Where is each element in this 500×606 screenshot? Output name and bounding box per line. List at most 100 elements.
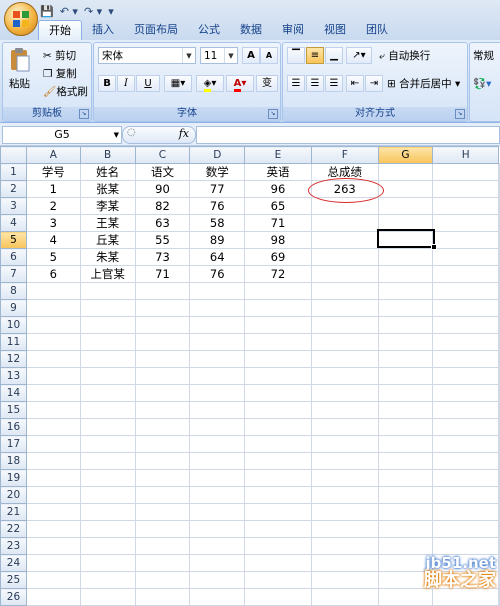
orientation-button[interactable]: ↗▾ <box>346 47 372 64</box>
cell[interactable] <box>244 384 312 402</box>
cell[interactable] <box>134 520 191 538</box>
cell[interactable] <box>310 265 379 283</box>
cell[interactable] <box>432 299 499 317</box>
cell[interactable] <box>498 537 500 555</box>
cell[interactable]: 77 <box>189 180 246 198</box>
cell[interactable] <box>377 265 434 283</box>
cell[interactable]: 英语 <box>244 163 312 181</box>
cell[interactable] <box>310 435 379 453</box>
cell[interactable] <box>244 571 312 589</box>
number-format-combo[interactable]: 常规 <box>473 47 494 65</box>
cell[interactable] <box>244 588 312 606</box>
cell[interactable] <box>432 503 499 521</box>
row-header[interactable]: 2 <box>0 180 27 198</box>
cell[interactable] <box>498 282 500 300</box>
cell[interactable]: 3 <box>25 214 81 232</box>
cell[interactable] <box>244 350 312 368</box>
cell[interactable] <box>310 571 379 589</box>
cell[interactable] <box>310 299 379 317</box>
format-painter-button[interactable]: 🖌格式刷 <box>43 83 88 101</box>
cell[interactable] <box>498 265 500 283</box>
cell[interactable]: 65 <box>244 197 312 215</box>
cell[interactable] <box>189 350 246 368</box>
cell[interactable] <box>432 418 499 436</box>
cell[interactable] <box>310 537 379 555</box>
cell[interactable] <box>432 367 499 385</box>
cell[interactable]: 98 <box>244 231 312 249</box>
cell[interactable] <box>377 537 434 555</box>
cell[interactable] <box>498 452 500 470</box>
cell[interactable] <box>310 350 379 368</box>
cell[interactable] <box>377 418 434 436</box>
italic-button[interactable]: I <box>117 75 135 92</box>
cell[interactable]: 96 <box>244 180 312 198</box>
border-button[interactable]: ▦▾ <box>164 75 192 92</box>
cell[interactable] <box>310 333 379 351</box>
cell[interactable]: 5 <box>25 248 81 266</box>
cell[interactable] <box>310 503 379 521</box>
cell[interactable] <box>134 537 191 555</box>
row-header[interactable]: 25 <box>0 571 27 589</box>
cell[interactable] <box>25 435 81 453</box>
cell[interactable]: 69 <box>244 248 312 266</box>
cell[interactable] <box>79 333 136 351</box>
cell[interactable] <box>25 469 81 487</box>
tab-home[interactable]: 开始 <box>38 20 82 41</box>
cell[interactable] <box>432 333 499 351</box>
row-header[interactable]: 12 <box>0 350 27 368</box>
cell[interactable] <box>377 248 434 266</box>
cell[interactable] <box>244 554 312 572</box>
cell[interactable] <box>244 282 312 300</box>
cell[interactable] <box>244 299 312 317</box>
cell[interactable] <box>134 401 191 419</box>
column-header[interactable]: C <box>134 146 191 164</box>
cell[interactable] <box>310 231 379 249</box>
cell[interactable] <box>377 333 434 351</box>
cell[interactable] <box>498 180 500 198</box>
expand-handle-icon[interactable]: ◌ <box>127 127 136 138</box>
cell[interactable]: 王某 <box>79 214 136 232</box>
row-header[interactable]: 19 <box>0 469 27 487</box>
cell[interactable]: 李某 <box>79 197 136 215</box>
cell[interactable] <box>310 316 379 334</box>
cell[interactable]: 数学 <box>189 163 246 181</box>
cell[interactable] <box>25 452 81 470</box>
cell[interactable]: 上官某 <box>79 265 136 283</box>
cell[interactable]: 89 <box>189 231 246 249</box>
row-header[interactable]: 24 <box>0 554 27 572</box>
cell[interactable] <box>244 401 312 419</box>
cell[interactable] <box>432 197 499 215</box>
cell[interactable] <box>189 418 246 436</box>
cell[interactable]: 丘某 <box>79 231 136 249</box>
increase-indent-button[interactable]: ⇥ <box>365 75 383 92</box>
row-header[interactable]: 20 <box>0 486 27 504</box>
cell[interactable] <box>25 486 81 504</box>
cell[interactable] <box>244 435 312 453</box>
cell[interactable]: 张某 <box>79 180 136 198</box>
row-header[interactable]: 15 <box>0 401 27 419</box>
row-header[interactable]: 22 <box>0 520 27 538</box>
cell[interactable] <box>189 503 246 521</box>
column-header[interactable]: A <box>25 146 81 164</box>
cell[interactable] <box>377 452 434 470</box>
cell[interactable] <box>25 520 81 538</box>
decrease-indent-button[interactable]: ⇤ <box>346 75 364 92</box>
cell[interactable] <box>244 367 312 385</box>
cell[interactable] <box>310 401 379 419</box>
bold-button[interactable]: B <box>98 75 116 92</box>
cell[interactable]: 82 <box>134 197 191 215</box>
cell[interactable] <box>79 588 136 606</box>
cell[interactable] <box>498 248 500 266</box>
cell[interactable] <box>310 367 379 385</box>
tab-review[interactable]: 审阅 <box>272 20 314 40</box>
cell[interactable] <box>189 452 246 470</box>
cell[interactable]: 76 <box>189 197 246 215</box>
cell[interactable] <box>432 248 499 266</box>
tab-formulas[interactable]: 公式 <box>188 20 230 40</box>
cell[interactable] <box>79 367 136 385</box>
cell[interactable] <box>432 384 499 402</box>
cell[interactable] <box>310 469 379 487</box>
row-header[interactable]: 9 <box>0 299 27 317</box>
tab-data[interactable]: 数据 <box>230 20 272 40</box>
cell[interactable] <box>432 520 499 538</box>
